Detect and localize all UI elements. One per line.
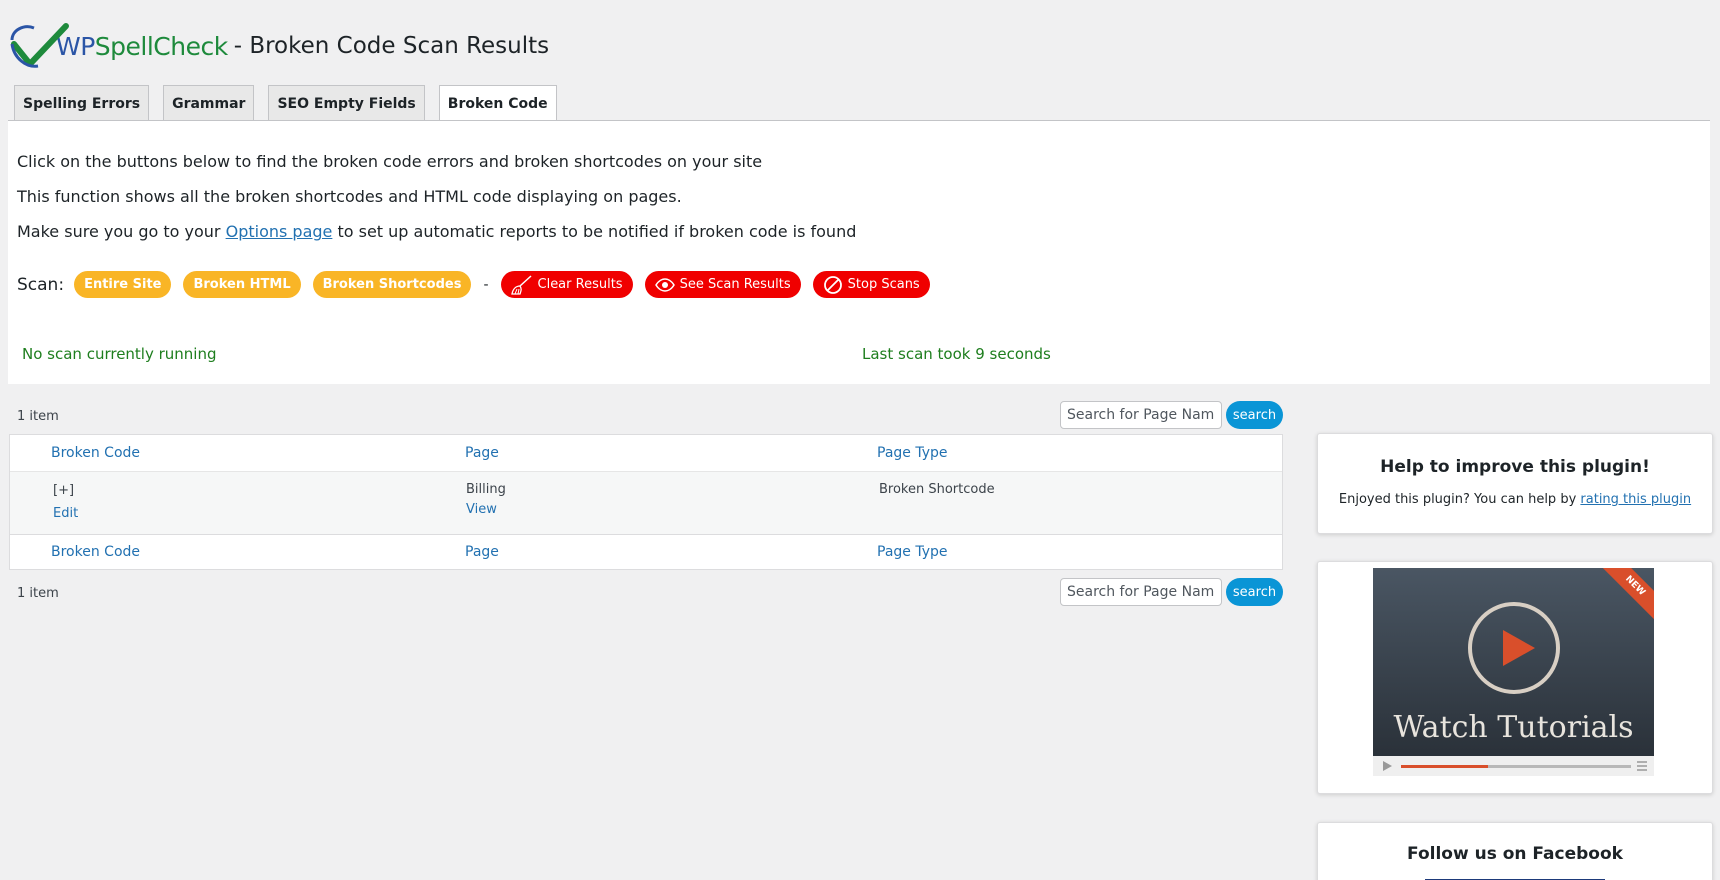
scan-broken-html-button[interactable]: Broken HTML: [183, 271, 301, 298]
video-controls: [1373, 756, 1654, 776]
page-name: Billing: [466, 482, 506, 497]
logo-spellcheck-text: SpellCheck: [94, 31, 228, 61]
wpspellcheck-logo: WPSpellCheck: [8, 20, 228, 72]
tab-broken-code[interactable]: Broken Code: [438, 85, 557, 122]
options-page-link[interactable]: Options page: [226, 222, 333, 241]
broken-code-panel: Click on the buttons below to find the b…: [8, 121, 1710, 384]
view-link[interactable]: View: [466, 502, 497, 517]
scan-label: Scan:: [17, 274, 65, 295]
scan-controls: Scan: Entire Site Broken HTML Broken Sho…: [17, 271, 942, 298]
column-footer-page-type[interactable]: Page Type: [877, 544, 948, 560]
broken-code-value: [+]: [53, 483, 75, 498]
scan-status: No scan currently running: [22, 345, 217, 363]
checkmark-logo-icon: [10, 23, 69, 68]
scan-entire-site-button[interactable]: Entire Site: [74, 271, 172, 298]
column-footer-broken-code[interactable]: Broken Code: [51, 544, 140, 560]
facebook-title: Follow us on Facebook: [1407, 844, 1623, 864]
broom-icon: [510, 274, 532, 295]
column-header-page[interactable]: Page: [465, 445, 499, 461]
page-name-search-input-bottom[interactable]: [1060, 578, 1222, 606]
stop-scans-button[interactable]: Stop Scans: [812, 271, 930, 298]
tutorials-video-box: Watch Tutorials NEW: [1317, 561, 1713, 794]
facebook-box: Follow us on Facebook: [1317, 822, 1713, 880]
search-button-bottom[interactable]: search: [1226, 578, 1283, 606]
help-improve-title: Help to improve this plugin!: [1380, 457, 1650, 477]
tutorial-video-thumbnail[interactable]: Watch Tutorials NEW: [1373, 568, 1654, 756]
scan-broken-shortcodes-button[interactable]: Broken Shortcodes: [312, 271, 472, 298]
play-icon: [1503, 630, 1535, 666]
tab-grammar[interactable]: Grammar: [163, 85, 255, 121]
items-count-bottom: 1 item: [17, 586, 59, 601]
page-name-search-input-top[interactable]: [1060, 401, 1222, 429]
help-improve-text: Enjoyed this plugin? You can help by rat…: [1338, 492, 1692, 507]
tab-bar: Spelling Errors Grammar SEO Empty Fields…: [14, 85, 571, 122]
rating-plugin-link[interactable]: rating this plugin: [1580, 492, 1691, 507]
tab-seo-empty-fields[interactable]: SEO Empty Fields: [268, 85, 425, 121]
edit-link[interactable]: Edit: [53, 506, 78, 521]
clear-results-button[interactable]: Clear Results: [500, 271, 633, 298]
intro-line-3: Make sure you go to your Options page to…: [17, 222, 857, 241]
page-type-value: Broken Shortcode: [879, 482, 995, 497]
column-header-broken-code[interactable]: Broken Code: [51, 445, 140, 461]
menu-icon[interactable]: [1636, 760, 1648, 772]
video-progress-track[interactable]: [1401, 765, 1631, 768]
video-progress-fill: [1401, 765, 1489, 768]
help-improve-box: Help to improve this plugin! Enjoyed thi…: [1317, 433, 1713, 534]
scan-separator: -: [483, 276, 489, 293]
eye-icon: [654, 277, 675, 292]
video-title: Watch Tutorials: [1393, 710, 1634, 745]
last-scan-time: Last scan took 9 seconds: [862, 345, 1051, 363]
page-header: WPSpellCheck - Broken Code Scan Results: [8, 20, 549, 72]
intro-line-1: Click on the buttons below to find the b…: [17, 152, 763, 171]
column-header-page-type[interactable]: Page Type: [877, 445, 948, 461]
items-count-top: 1 item: [17, 409, 59, 424]
stop-icon: [823, 275, 842, 294]
column-footer-page[interactable]: Page: [465, 544, 499, 560]
play-small-icon[interactable]: [1381, 760, 1393, 772]
broken-code-table: Broken Code Page Page Type [+] Edit Bill…: [9, 434, 1283, 570]
intro-line-2: This function shows all the broken short…: [17, 187, 682, 206]
see-scan-results-button[interactable]: See Scan Results: [644, 271, 801, 298]
tab-spelling-errors[interactable]: Spelling Errors: [14, 85, 150, 121]
page-title: - Broken Code Scan Results: [233, 33, 550, 59]
search-button-top[interactable]: search: [1226, 401, 1283, 429]
table-row: [+] Edit Billing View Broken Shortcode: [10, 471, 1282, 535]
